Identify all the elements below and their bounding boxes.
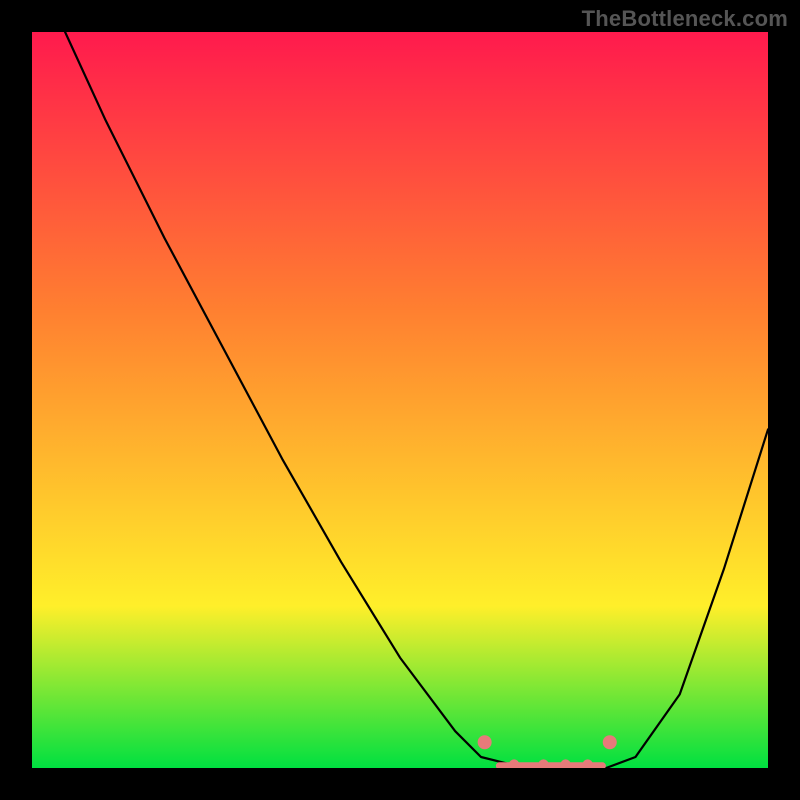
optimal-marker-dot bbox=[478, 735, 492, 749]
chart-frame: TheBottleneck.com bbox=[0, 0, 800, 800]
optimal-marker-dot bbox=[603, 735, 617, 749]
watermark-text: TheBottleneck.com bbox=[582, 6, 788, 32]
bottleneck-chart bbox=[32, 32, 768, 768]
